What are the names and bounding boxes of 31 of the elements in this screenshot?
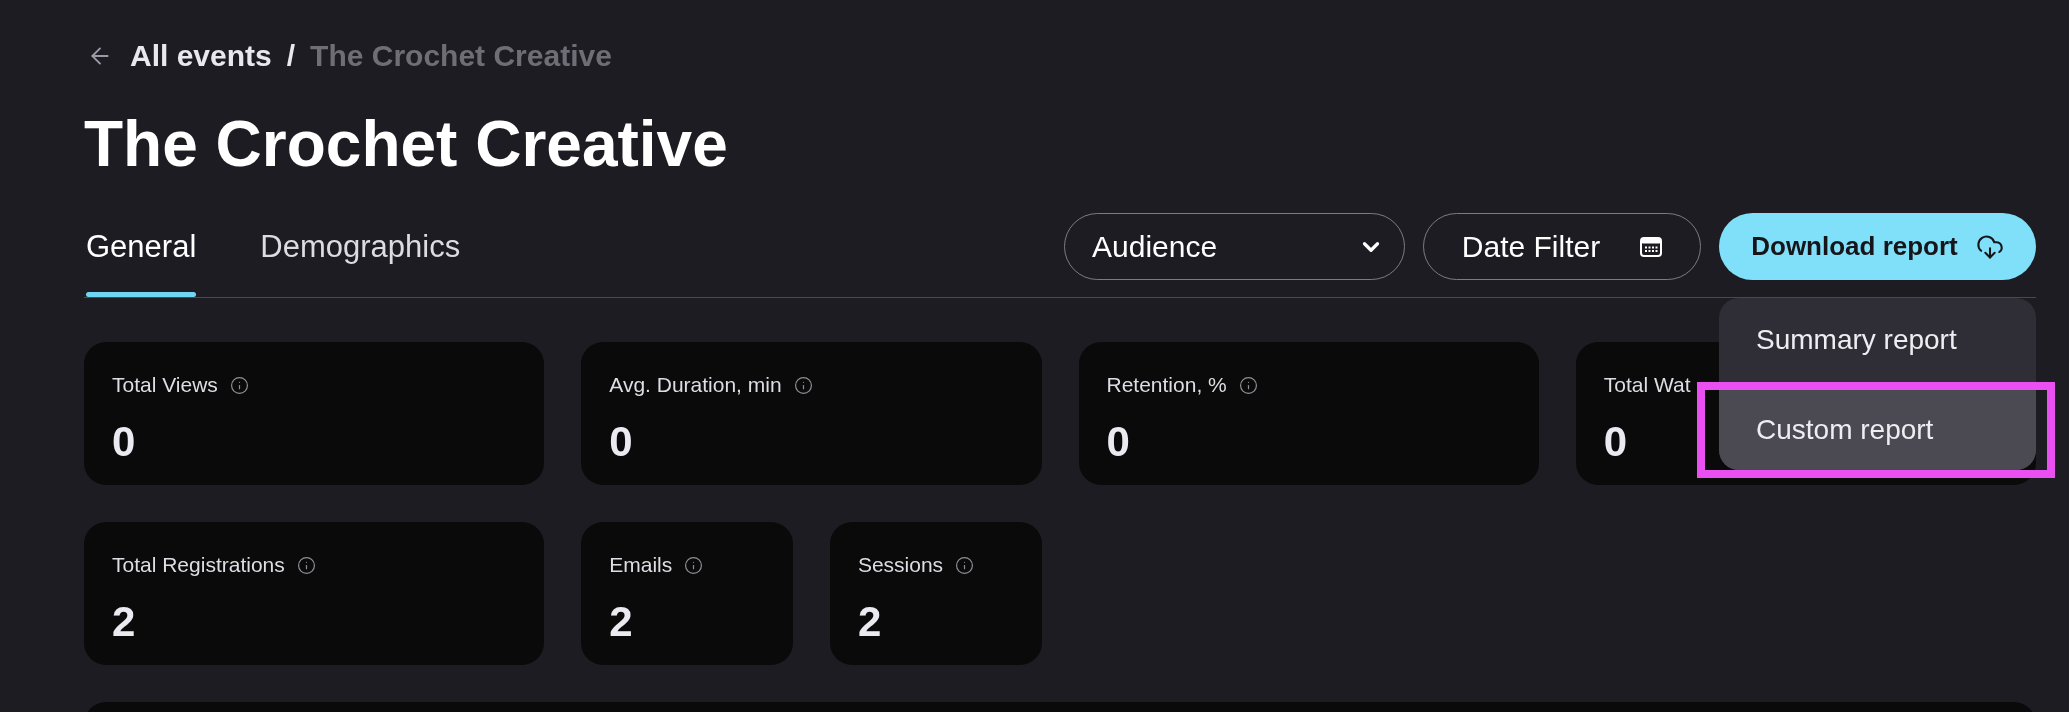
stat-label: Total Views: [112, 372, 218, 398]
stat-label: Total Registrations: [112, 552, 285, 578]
menu-item[interactable]: Summary report: [1719, 298, 2036, 382]
breadcrumb-separator: /: [286, 38, 296, 74]
breadcrumb-current: The Crochet Creative: [310, 38, 612, 74]
stat-value: 0: [1106, 421, 1130, 463]
stat-label: Avg. Duration, min: [609, 372, 782, 398]
stat-value: 2: [609, 601, 633, 643]
tab[interactable]: Demographics: [260, 213, 461, 297]
stat-value: 2: [857, 601, 882, 643]
stat-value: 0: [112, 421, 136, 463]
menu-item[interactable]: Custom report: [1719, 390, 2036, 470]
info-icon[interactable]: [1238, 375, 1258, 395]
info-icon[interactable]: [793, 375, 813, 395]
tab[interactable]: General: [86, 213, 197, 297]
calendar-icon: [1640, 236, 1663, 257]
stat-label: Total Wat: [1603, 372, 1691, 398]
stat-label: Emails: [609, 552, 673, 578]
stat-label: Retention, %: [1106, 372, 1227, 398]
info-icon[interactable]: [684, 555, 704, 575]
stat-value: 0: [1603, 421, 1628, 463]
stat-value: 2: [112, 601, 136, 643]
info-icon[interactable]: [229, 375, 249, 395]
download-report-button[interactable]: Download report: [1719, 213, 2036, 280]
stat-label: Sessions: [857, 552, 944, 578]
stat-value: 0: [609, 421, 633, 463]
info-icon[interactable]: [296, 555, 316, 575]
breadcrumb-link[interactable]: All events: [130, 36, 272, 76]
page-title: The Crochet Creative: [84, 112, 728, 176]
cloud-download-icon: [1975, 232, 2004, 261]
info-icon[interactable]: [955, 555, 975, 575]
